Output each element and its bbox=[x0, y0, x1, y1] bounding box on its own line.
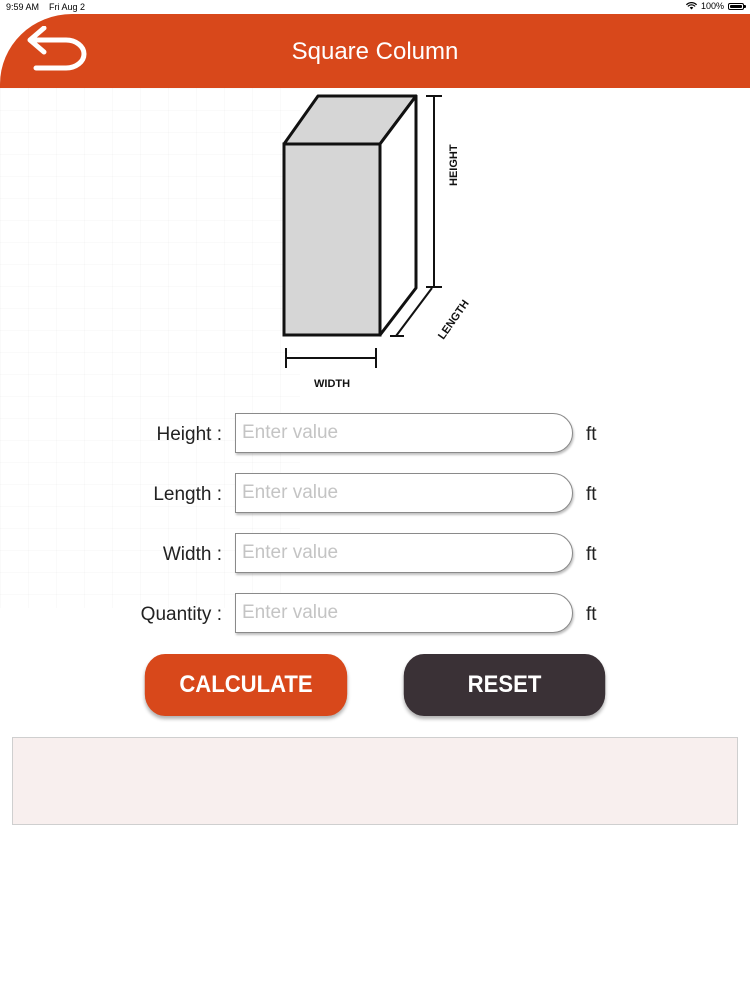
background-pattern bbox=[0, 88, 300, 608]
height-label: Height : bbox=[156, 424, 222, 445]
status-time: 9:59 AM bbox=[6, 2, 40, 12]
height-unit: ft bbox=[586, 424, 597, 445]
width-unit: ft bbox=[586, 544, 597, 565]
length-unit: ft bbox=[586, 484, 597, 505]
quantity-row: Quantity : ft bbox=[0, 593, 750, 635]
battery-fill bbox=[730, 4, 742, 8]
length-row: Length : ft bbox=[0, 473, 750, 515]
length-input[interactable] bbox=[235, 473, 573, 513]
width-row: Width : ft bbox=[0, 533, 750, 575]
width-dimension-label: WIDTH bbox=[314, 378, 351, 390]
column-diagram: HEIGHT LENGTH WIDTH bbox=[270, 90, 490, 400]
quantity-label: Quantity : bbox=[140, 604, 222, 625]
status-bar: 9:59 AM Fri Aug 2 100% bbox=[0, 0, 750, 14]
result-panel bbox=[12, 737, 738, 825]
reset-button[interactable]: RESET bbox=[403, 654, 606, 716]
height-row: Height : ft bbox=[0, 413, 750, 455]
status-right: 100% bbox=[686, 1, 746, 11]
column-illustration bbox=[282, 94, 442, 368]
quantity-input[interactable] bbox=[235, 593, 573, 633]
quantity-unit: ft bbox=[586, 604, 597, 625]
calculate-button[interactable]: CALCULATE bbox=[144, 654, 348, 716]
height-input[interactable] bbox=[235, 413, 573, 453]
battery-icon bbox=[728, 2, 746, 10]
square-column-screen: 9:59 AM Fri Aug 2 100% Square Column HEI… bbox=[0, 0, 750, 1000]
battery-percent: 100% bbox=[700, 1, 724, 11]
page-title: Square Column bbox=[291, 38, 459, 65]
header-bar: Square Column bbox=[0, 14, 750, 88]
width-label: Width : bbox=[162, 544, 222, 565]
height-dimension-label: HEIGHT bbox=[448, 144, 460, 186]
length-label: Length : bbox=[153, 484, 222, 505]
battery-cap bbox=[744, 5, 746, 8]
wifi-icon bbox=[686, 2, 697, 10]
width-input[interactable] bbox=[235, 533, 573, 573]
status-date: Fri Aug 2 bbox=[49, 2, 86, 12]
